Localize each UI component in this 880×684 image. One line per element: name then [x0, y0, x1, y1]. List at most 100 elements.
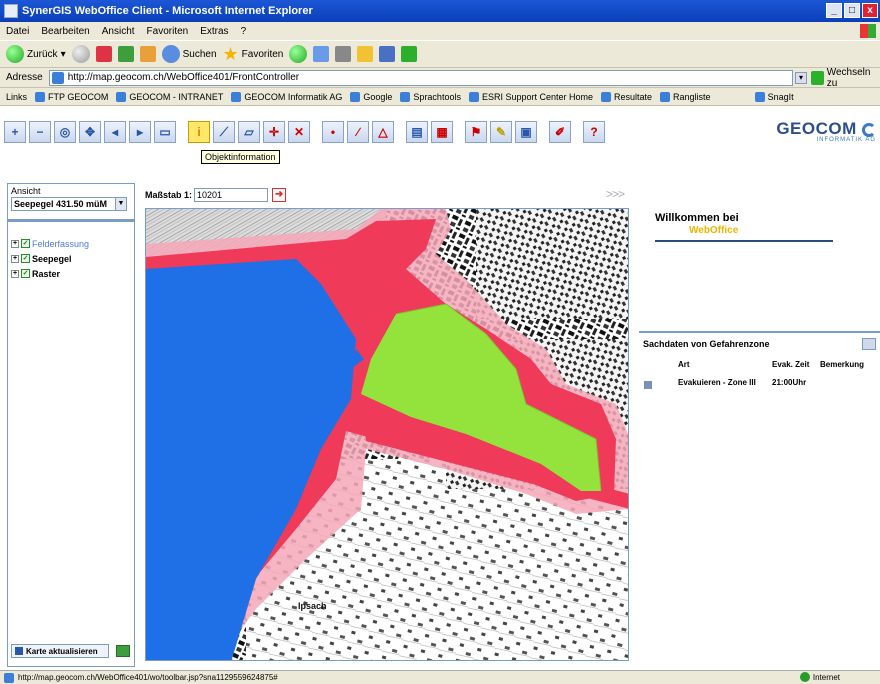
link-geocom-informatik[interactable]: GEOCOM Informatik AG — [231, 91, 342, 102]
link-resultate[interactable]: Resultate — [601, 91, 652, 102]
print-tool-icon[interactable]: ▤ — [406, 121, 428, 143]
back-button[interactable]: Zurück ▾ — [6, 45, 66, 63]
legend-icon[interactable] — [116, 645, 130, 657]
favorites-button[interactable]: ★ Favoriten — [223, 45, 284, 63]
expand-icon[interactable]: + — [11, 254, 19, 263]
layer-label[interactable]: Felderfassung — [32, 239, 89, 249]
expand-icon[interactable]: + — [11, 269, 19, 278]
refresh-map-label: Karte aktualisieren — [26, 646, 98, 656]
mail-icon[interactable] — [313, 46, 330, 62]
cell-bemerkung — [817, 370, 867, 393]
menu-bearbeiten[interactable]: Bearbeiten — [41, 26, 89, 37]
attribute-table: Art Evak. Zeit Bemerkung Evakuieren - Zo… — [641, 359, 867, 393]
stop-icon[interactable] — [95, 46, 112, 62]
link-rangliste[interactable]: Rangliste — [660, 91, 711, 102]
coordinates-tool-icon[interactable]: ✛ — [263, 121, 285, 143]
pan-tool-icon[interactable]: ✥ — [79, 121, 101, 143]
zoom-full-tool-icon[interactable]: ◎ — [54, 121, 76, 143]
edit-tool-icon[interactable]: ✐ — [549, 121, 571, 143]
zoom-to-feature-icon[interactable] — [644, 381, 652, 389]
link-snagit[interactable]: SnagIt — [754, 91, 794, 102]
address-label: Adresse — [6, 72, 43, 83]
menu-ansicht[interactable]: Ansicht — [102, 26, 135, 37]
table-icon[interactable] — [862, 338, 876, 350]
link-icon — [35, 91, 46, 102]
zoom-out-tool-icon[interactable]: − — [29, 121, 51, 143]
history-icon[interactable] — [289, 45, 308, 63]
map-toolbar: + − ◎ ✥ ◂ ▸ ▭ i ⟋ ▱ ✛ ✕ • ∕ △ ▤ ▦ ⚑ ✎ ▣ … — [4, 117, 605, 147]
map-canvas[interactable]: Ipsach — [145, 208, 629, 661]
home-icon[interactable] — [139, 46, 156, 62]
close-button[interactable]: x — [862, 3, 878, 18]
map-refresh-icon — [15, 647, 23, 655]
refresh-icon[interactable] — [117, 46, 134, 62]
layer-label[interactable]: Raster — [32, 269, 60, 279]
layer-checkbox[interactable]: ✓ — [21, 254, 30, 263]
menu-extras[interactable]: Extras — [200, 26, 228, 37]
layer-checkbox[interactable]: ✓ — [21, 269, 30, 278]
query-tool-icon[interactable]: ⚑ — [465, 121, 487, 143]
link-esri-support[interactable]: ESRI Support Center Home — [468, 91, 593, 102]
link-geocom-intranet[interactable]: GEOCOM - INTRANET — [116, 91, 223, 102]
link-label: Sprachtools — [413, 91, 461, 102]
export-tool-icon[interactable]: ▦ — [431, 121, 453, 143]
identify-tool-icon[interactable]: i — [188, 121, 210, 143]
address-dropdown-icon[interactable]: ▾ — [795, 71, 807, 84]
go-arrow-icon — [810, 70, 824, 85]
draw-point-tool-icon[interactable]: • — [322, 121, 344, 143]
help-tool-icon[interactable]: ? — [583, 121, 605, 143]
report-tool-icon[interactable]: ✎ — [490, 121, 512, 143]
column-header-bemerkung: Bemerkung — [820, 360, 865, 369]
table-row[interactable]: Evakuieren - Zone III 21:00Uhr — [641, 370, 867, 393]
table-tool-icon[interactable]: ▣ — [515, 121, 537, 143]
layer-item-raster[interactable]: + ✓ Raster — [11, 266, 134, 281]
refresh-map-button[interactable]: Karte aktualisieren — [11, 644, 109, 658]
layer-panel: Ansicht Seepegel 431.50 müM ▼ + ✓ Felder… — [7, 183, 135, 667]
link-ftp-geocom[interactable]: FTP GEOCOM — [35, 91, 108, 102]
menu-datei[interactable]: Datei — [6, 26, 29, 37]
link-icon — [468, 91, 479, 102]
apply-scale-icon[interactable]: ➜ — [272, 188, 287, 202]
minimize-button[interactable]: _ — [826, 3, 842, 18]
window-controls: _ □ x — [826, 3, 878, 18]
layer-label[interactable]: Seepegel — [32, 254, 72, 264]
search-button[interactable]: Suchen — [161, 45, 217, 63]
attribute-header: Sachdaten von Gefahrenzone — [639, 333, 880, 355]
link-google[interactable]: Google — [350, 91, 392, 102]
link-icon — [601, 91, 612, 102]
layer-item-felderfassung[interactable]: + ✓ Felderfassung — [11, 236, 134, 251]
zoom-in-tool-icon[interactable]: + — [4, 121, 26, 143]
link-icon — [660, 91, 671, 102]
menu-help[interactable]: ? — [241, 26, 247, 37]
zoom-next-tool-icon[interactable]: ▸ — [129, 121, 151, 143]
go-button[interactable]: Wechseln zu — [810, 67, 880, 89]
measure-area-tool-icon[interactable]: ▱ — [238, 121, 260, 143]
maximize-button[interactable]: □ — [844, 3, 860, 18]
panel-divider — [8, 219, 134, 222]
map-panel: Maßstab 1: 10201 ➜ >>> Ipsach — [139, 183, 636, 667]
folder-icon[interactable] — [357, 46, 374, 62]
link-label: SnagIt — [767, 91, 794, 102]
expand-panel-icon[interactable]: >>> — [606, 187, 625, 201]
menu-favoriten[interactable]: Favoriten — [147, 26, 189, 37]
measure-tool-icon[interactable]: ⟋ — [213, 121, 235, 143]
layer-item-seepegel[interactable]: + ✓ Seepegel — [11, 251, 134, 266]
forward-button[interactable] — [71, 45, 90, 63]
view-select[interactable]: Seepegel 431.50 müM ▼ — [11, 197, 127, 211]
link-sprachtools[interactable]: Sprachtools — [400, 91, 461, 102]
column-header-zeit: Evak. Zeit — [772, 360, 810, 369]
print-icon[interactable] — [335, 46, 352, 62]
scale-input[interactable]: 10201 — [194, 188, 269, 202]
window-title: SynerGIS WebOffice Client - Microsoft In… — [22, 5, 313, 17]
messenger-icon[interactable] — [379, 46, 396, 62]
draw-polygon-tool-icon[interactable]: △ — [372, 121, 394, 143]
expand-icon[interactable]: + — [11, 239, 19, 248]
address-url: http://map.geocom.ch/WebOffice401/FrontC… — [67, 72, 300, 83]
zoom-prev-tool-icon[interactable]: ◂ — [104, 121, 126, 143]
select-tool-icon[interactable]: ▭ — [154, 121, 176, 143]
layer-checkbox[interactable]: ✓ — [21, 239, 30, 248]
clear-tool-icon[interactable]: ✕ — [288, 121, 310, 143]
research-icon[interactable] — [401, 46, 418, 62]
address-input[interactable]: http://map.geocom.ch/WebOffice401/FrontC… — [48, 69, 794, 86]
draw-line-tool-icon[interactable]: ∕ — [347, 121, 369, 143]
